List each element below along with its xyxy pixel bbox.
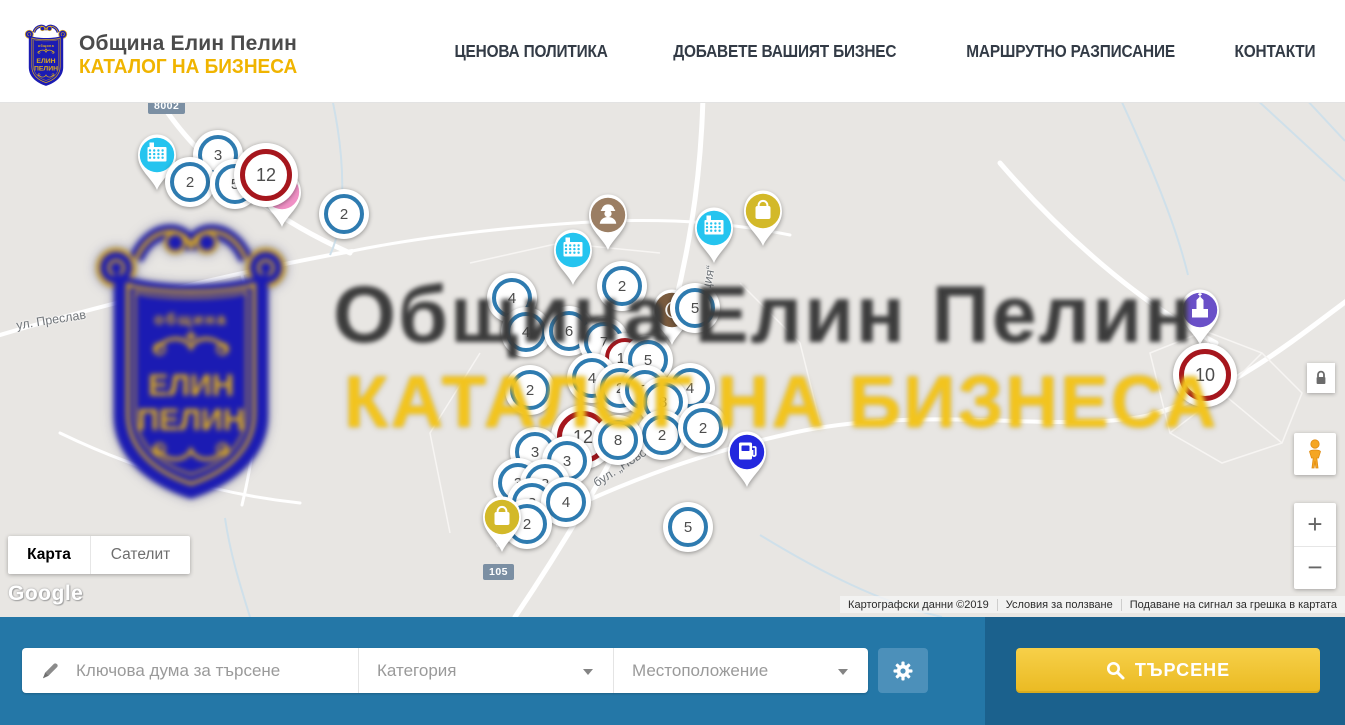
cluster-marker[interactable]: 8 — [593, 415, 643, 465]
main-nav: ЦЕНОВА ПОЛИТИКА ДОБАВЕТЕ ВАШИЯТ БИЗНЕС М… — [444, 0, 1321, 103]
map-type-control: Карта Сателит — [8, 536, 190, 574]
cluster-marker[interactable]: 2 — [319, 189, 369, 239]
cluster-marker[interactable]: 2 — [165, 157, 215, 207]
map-type-map-button[interactable]: Карта — [8, 536, 90, 574]
zoom-out-button[interactable]: − — [1294, 547, 1336, 590]
category-select-value: Категория — [377, 661, 456, 681]
pin-factory-marker[interactable] — [545, 224, 601, 288]
cluster-marker[interactable]: 5 — [663, 502, 713, 552]
keyword-field[interactable] — [22, 648, 358, 693]
category-select[interactable]: Категория — [358, 648, 613, 693]
nav-add-your-business[interactable]: ДОБАВЕТЕ ВАШИЯТ БИЗНЕС — [673, 41, 896, 62]
site-logo[interactable]: Община Елин Пелин КАТАЛОГ НА БИЗНЕСА — [22, 22, 309, 88]
pin-fuel-marker[interactable] — [719, 426, 775, 490]
attribution-report-error-link[interactable]: Подаване на сигнал за грешка в картата — [1121, 599, 1345, 611]
pin-bag-marker[interactable] — [735, 185, 791, 249]
attribution-terms-link[interactable]: Условия за ползване — [997, 599, 1121, 611]
street-label: ул. Преслав — [15, 308, 87, 333]
search-button-label: ТЪРСЕНЕ — [1135, 660, 1230, 681]
cluster-marker[interactable]: 12 — [234, 143, 298, 207]
logo-text: Община Елин Пелин КАТАЛОГ НА БИЗНЕСА — [79, 32, 309, 78]
map-attribution: Картографски данни ©2019 Условия за полз… — [840, 596, 1345, 613]
location-select[interactable]: Местоположение — [613, 648, 868, 693]
cluster-marker[interactable]: 2 — [505, 365, 555, 415]
chevron-down-icon — [583, 669, 593, 675]
pin-church-marker[interactable] — [1172, 284, 1228, 348]
cluster-marker[interactable]: 2 — [597, 261, 647, 311]
map-type-satellite-button[interactable]: Сателит — [90, 536, 190, 574]
pencil-icon — [40, 661, 60, 681]
advanced-settings-button[interactable] — [878, 648, 928, 693]
logo-subtitle: КАТАЛОГ НА БИЗНЕСА — [79, 56, 297, 78]
gear-icon — [892, 660, 914, 682]
search-bar: Категория Местоположение — [0, 617, 1345, 725]
pegman-icon — [1303, 439, 1327, 469]
zoom-in-button[interactable]: + — [1294, 503, 1336, 547]
road-badge: 105 — [483, 564, 514, 580]
search-icon — [1106, 661, 1125, 680]
keyword-search-input[interactable] — [74, 660, 324, 682]
search-submit-button[interactable]: ТЪРСЕНЕ — [1016, 648, 1320, 693]
logo-title: Община Елин Пелин — [79, 32, 309, 56]
google-logo[interactable]: Google — [8, 582, 83, 606]
road-badge: 8002 — [148, 103, 185, 114]
pin-bag-marker[interactable] — [474, 491, 530, 555]
marker-layer: 8002105ул. Преславбул. „Новоселция“32512… — [0, 103, 1345, 617]
cluster-marker[interactable]: 10 — [1173, 343, 1237, 407]
location-select-value: Местоположение — [632, 661, 768, 681]
nav-contacts[interactable]: КОНТАКТИ — [1235, 41, 1316, 62]
chevron-down-icon — [838, 669, 848, 675]
pin-factory-marker[interactable] — [686, 202, 742, 266]
nav-route-schedule[interactable]: МАРШРУТНО РАЗПИСАНИЕ — [966, 41, 1175, 62]
business-catalog-page: Община Елин Пелин КАТАЛОГ НА БИЗНЕСА ЦЕН… — [0, 0, 1345, 725]
header: Община Елин Пелин КАТАЛОГ НА БИЗНЕСА ЦЕН… — [0, 0, 1345, 103]
lock-icon — [1312, 369, 1330, 387]
zoom-control: + − — [1294, 503, 1336, 589]
nav-pricing-policy[interactable]: ЦЕНОВА ПОЛИТИКА — [455, 41, 608, 62]
municipality-crest-icon — [22, 22, 70, 88]
search-fields: Категория Местоположение — [22, 648, 868, 693]
street-view-pegman[interactable] — [1294, 433, 1336, 475]
google-map[interactable]: 8002105ул. Преславбул. „Новоселция“32512… — [0, 103, 1345, 617]
lock-button[interactable] — [1307, 363, 1335, 393]
cluster-marker[interactable]: 5 — [670, 283, 720, 333]
attribution-map-data: Картографски данни ©2019 — [840, 599, 997, 611]
